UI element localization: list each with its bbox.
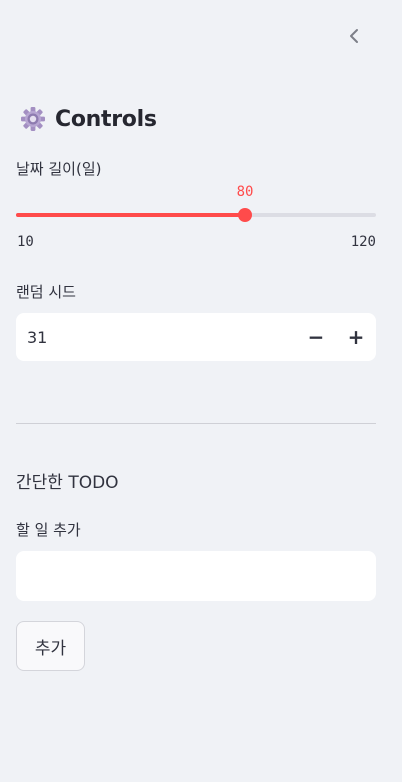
slider-label: 날짜 길이(일)	[16, 160, 102, 178]
sidebar-title: Controls	[55, 106, 157, 132]
decrement-button[interactable]: −	[296, 313, 336, 361]
seed-input-value[interactable]: 31	[16, 328, 296, 347]
gear-icon	[21, 107, 45, 131]
todo-section-title: 간단한 TODO	[16, 473, 119, 493]
add-todo-button[interactable]: 추가	[16, 621, 85, 671]
increment-button[interactable]: +	[336, 313, 376, 361]
slider-thumb[interactable]	[238, 208, 252, 222]
days-slider[interactable]	[16, 208, 376, 222]
chevron-left-icon	[350, 29, 358, 43]
slider-current-value: 80	[236, 184, 254, 200]
slider-max-label: 120	[350, 234, 376, 250]
divider	[16, 423, 376, 424]
todo-input-label: 할 일 추가	[16, 521, 81, 539]
seed-label: 랜덤 시드	[16, 283, 76, 301]
seed-number-input: 31 − +	[16, 313, 376, 361]
todo-text-input[interactable]	[16, 551, 376, 601]
sidebar: Controls 날짜 길이(일) 80 10 120 랜덤 시드 31 − +…	[0, 0, 402, 782]
slider-fill	[16, 213, 245, 217]
slider-min-label: 10	[17, 234, 34, 250]
collapse-sidebar-button[interactable]	[340, 22, 368, 50]
sidebar-header: Controls	[20, 106, 157, 132]
